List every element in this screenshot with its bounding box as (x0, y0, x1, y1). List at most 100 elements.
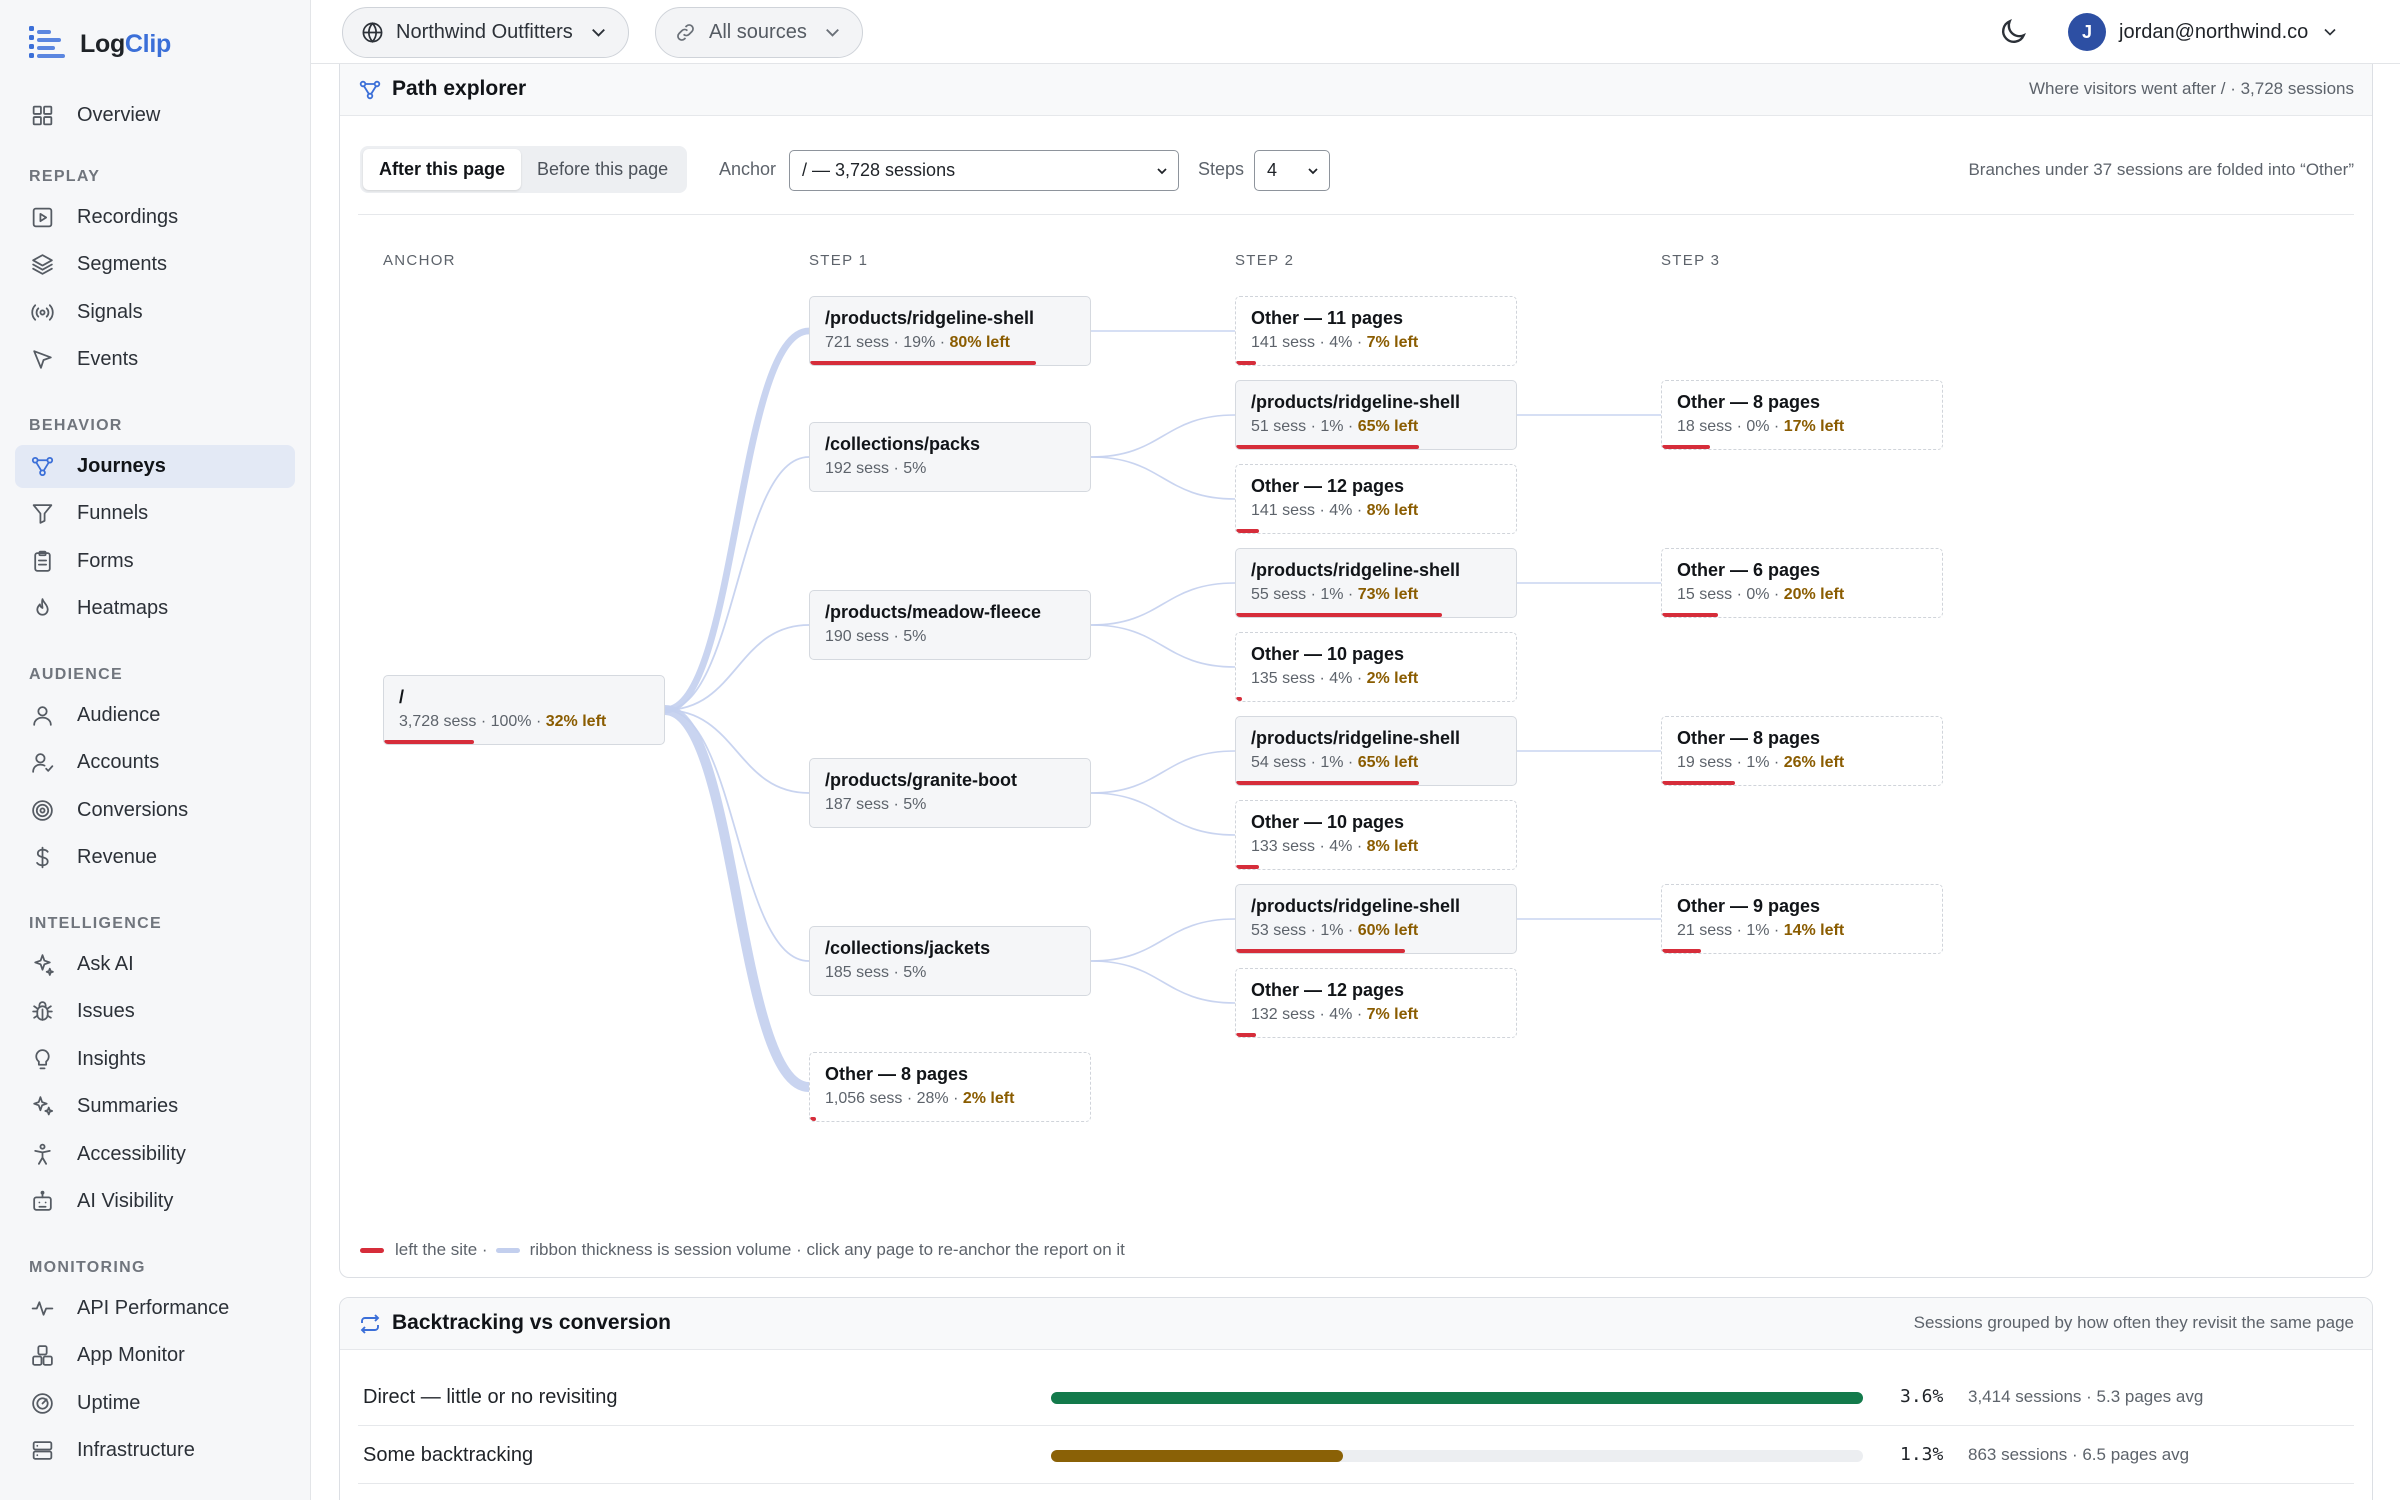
sidebar-item-summaries[interactable]: Summaries (15, 1085, 295, 1128)
sidebar-item-ask-ai[interactable]: Ask AI (15, 943, 295, 986)
sidebar-item-issues[interactable]: Issues (15, 990, 295, 1033)
flow-node[interactable]: /products/ridgeline-shell 51 sess · 1% · … (1235, 380, 1517, 450)
flow-node[interactable]: /products/ridgeline-shell 55 sess · 1% · … (1235, 548, 1517, 618)
node-exit-bar (1236, 613, 1442, 617)
node-stats: 133 sess · 4% · 8% left (1251, 838, 1419, 855)
nav-group-label: REPLAY (29, 167, 101, 185)
sidebar-item-journeys[interactable]: Journeys (15, 444, 295, 488)
node-exit-rate: 65% left (1357, 418, 1419, 435)
sidebar-item-events[interactable]: Events (15, 338, 295, 381)
sidebar-item-overview[interactable]: Overview (15, 94, 295, 137)
flow-node[interactable]: /products/ridgeline-shell 721 sess · 19% … (809, 296, 1091, 366)
sidebar-item-segments[interactable]: Segments (15, 243, 295, 286)
panel-title: Backtracking vs conversion (392, 1311, 671, 1334)
sources-filter[interactable]: All sources (655, 7, 863, 58)
backtracking-row[interactable]: Direct — little or no revisiting 3.6% 3,41… (358, 1368, 2354, 1426)
sidebar-item-heatmaps[interactable]: Heatmaps (15, 587, 295, 630)
node-share: 5% (903, 964, 927, 981)
flow-node[interactable]: /collections/jackets 185 sess · 5% (809, 926, 1091, 996)
conversion-bar-fill (1051, 1392, 1863, 1404)
node-share: 0% (1746, 418, 1770, 435)
node-sessions: 19 sess (1677, 754, 1733, 771)
user-menu[interactable]: J jordan@northwind.co (2068, 12, 2340, 52)
flow-ribbon (1090, 918, 1236, 962)
globe-icon (362, 22, 383, 43)
node-stats: 141 sess · 4% · 8% left (1251, 502, 1419, 519)
sidebar-item-api-performance[interactable]: API Performance (15, 1287, 295, 1330)
flow-node[interactable]: /products/ridgeline-shell 54 sess · 1% · … (1235, 716, 1517, 786)
node-stats: 53 sess · 1% · 60% left (1251, 922, 1419, 939)
sidebar-item-conversions[interactable]: Conversions (15, 789, 295, 832)
sidebar-item-label: Funnels (77, 502, 149, 524)
play-icon (32, 207, 52, 227)
sidebar-item-label: Ask AI (77, 952, 134, 975)
node-name: Other — 10 pages (1251, 812, 1405, 832)
flame-icon-wrap (29, 596, 55, 622)
conversion-rate: 1.3% (1900, 1444, 1944, 1465)
flow-node-other[interactable]: Other — 12 pages 132 sess · 4% · 7% left (1235, 968, 1517, 1038)
flow-node-other[interactable]: Other — 8 pages 18 sess · 0% · 17% left (1661, 380, 1943, 450)
node-share: 1% (1746, 754, 1770, 771)
sidebar-item-uptime[interactable]: Uptime (15, 1382, 295, 1425)
flow-node[interactable]: /products/granite-boot 187 sess · 5% (809, 758, 1091, 828)
sidebar-item-signals[interactable]: Signals (15, 291, 295, 334)
brand-name-a: Log (80, 29, 125, 58)
flow-node-other[interactable]: Other — 12 pages 141 sess · 4% · 8% left (1235, 464, 1517, 534)
node-stats: 185 sess · 5% (825, 964, 927, 981)
sidebar-item-forms[interactable]: Forms (15, 540, 295, 583)
backtracking-row[interactable]: Some backtracking 1.3% 863 sessions · 6.5 … (358, 1426, 2354, 1484)
node-exit-bar (1662, 781, 1735, 785)
node-exit-bar (1236, 865, 1259, 869)
flow-node-other[interactable]: Other — 10 pages 133 sess · 4% · 8% left (1235, 800, 1517, 870)
sidebar-item-revenue[interactable]: Revenue (15, 836, 295, 879)
sidebar-item-recordings[interactable]: Recordings (15, 196, 295, 239)
node-exit-bar (810, 1117, 816, 1121)
node-sessions: 15 sess (1677, 586, 1733, 603)
broadcast-icon (30, 303, 54, 321)
sidebar-item-label: Conversions (77, 798, 189, 821)
sparkle-icon-wrap (29, 951, 55, 977)
node-name: Other — 11 pages (1251, 308, 1404, 328)
conversion-rate: 3.6% (1900, 1386, 1944, 1407)
gauge-icon (31, 1392, 53, 1414)
sidebar-item-audience[interactable]: Audience (15, 694, 295, 737)
node-exit-rate: 80% left (949, 334, 1010, 351)
sidebar-item-accessibility[interactable]: Accessibility (15, 1133, 295, 1176)
sidebar-item-label: Uptime (77, 1391, 141, 1414)
node-exit-rate: 8% left (1366, 502, 1419, 519)
sidebar-item-label: Recordings (77, 205, 179, 228)
logo[interactable]: LogClip (28, 22, 171, 66)
node-exit-rate: 20% left (1783, 586, 1845, 603)
flow-node[interactable]: /collections/packs 192 sess · 5% (809, 422, 1091, 492)
flow-node-other[interactable]: Other — 9 pages 21 sess · 1% · 14% left (1661, 884, 1943, 954)
node-exit-bar (1662, 613, 1718, 617)
node-exit-bar (1662, 445, 1710, 449)
flow-node-other[interactable]: Other — 6 pages 15 sess · 0% · 20% left (1661, 548, 1943, 618)
sidebar-item-app-monitor[interactable]: App Monitor (15, 1334, 295, 1377)
node-sessions: 51 sess (1251, 418, 1307, 435)
flow-node[interactable]: / 3,728 sess · 100% · 32% left (383, 675, 665, 745)
flow-node-other[interactable]: Other — 11 pages 141 sess · 4% · 7% left (1235, 296, 1517, 366)
topbar: Northwind Outfitters All sources J jorda… (311, 0, 2400, 64)
sidebar-item-label: Events (77, 348, 139, 370)
sidebar-item-insights[interactable]: Insights (15, 1038, 295, 1081)
row-detail: 3,414 sessions · 5.3 pages avg (1968, 1387, 2204, 1406)
flow-node-other[interactable]: Other — 8 pages 1,056 sess · 28% · 2% lef… (809, 1052, 1091, 1122)
panel-note: Sessions grouped by how often they revis… (1913, 1313, 2354, 1332)
flow-node[interactable]: /products/meadow-fleece 190 sess · 5% (809, 590, 1091, 660)
flow-node-other[interactable]: Other — 10 pages 135 sess · 4% · 2% left (1235, 632, 1517, 702)
sidebar-item-funnels[interactable]: Funnels (15, 492, 295, 535)
sidebar-item-infrastructure[interactable]: Infrastructure (15, 1429, 295, 1472)
workspace-name: Northwind Outfitters (396, 21, 573, 43)
flame-icon (35, 598, 49, 616)
sidebar-item-accounts[interactable]: Accounts (15, 741, 295, 784)
sparkle-icon (33, 953, 54, 976)
dark-mode-moon-icon[interactable] (1997, 16, 2029, 48)
workspace-switcher[interactable]: Northwind Outfitters (342, 7, 629, 58)
node-stats: 190 sess · 5% (825, 628, 927, 645)
flow-node-other[interactable]: Other — 8 pages 19 sess · 1% · 26% left (1661, 716, 1943, 786)
node-name: /collections/packs (825, 434, 981, 454)
flow-node[interactable]: /products/ridgeline-shell 53 sess · 1% · … (1235, 884, 1517, 954)
node-share: 4% (1329, 838, 1353, 855)
sidebar-item-ai-visibility[interactable]: AI Visibility (15, 1180, 295, 1223)
